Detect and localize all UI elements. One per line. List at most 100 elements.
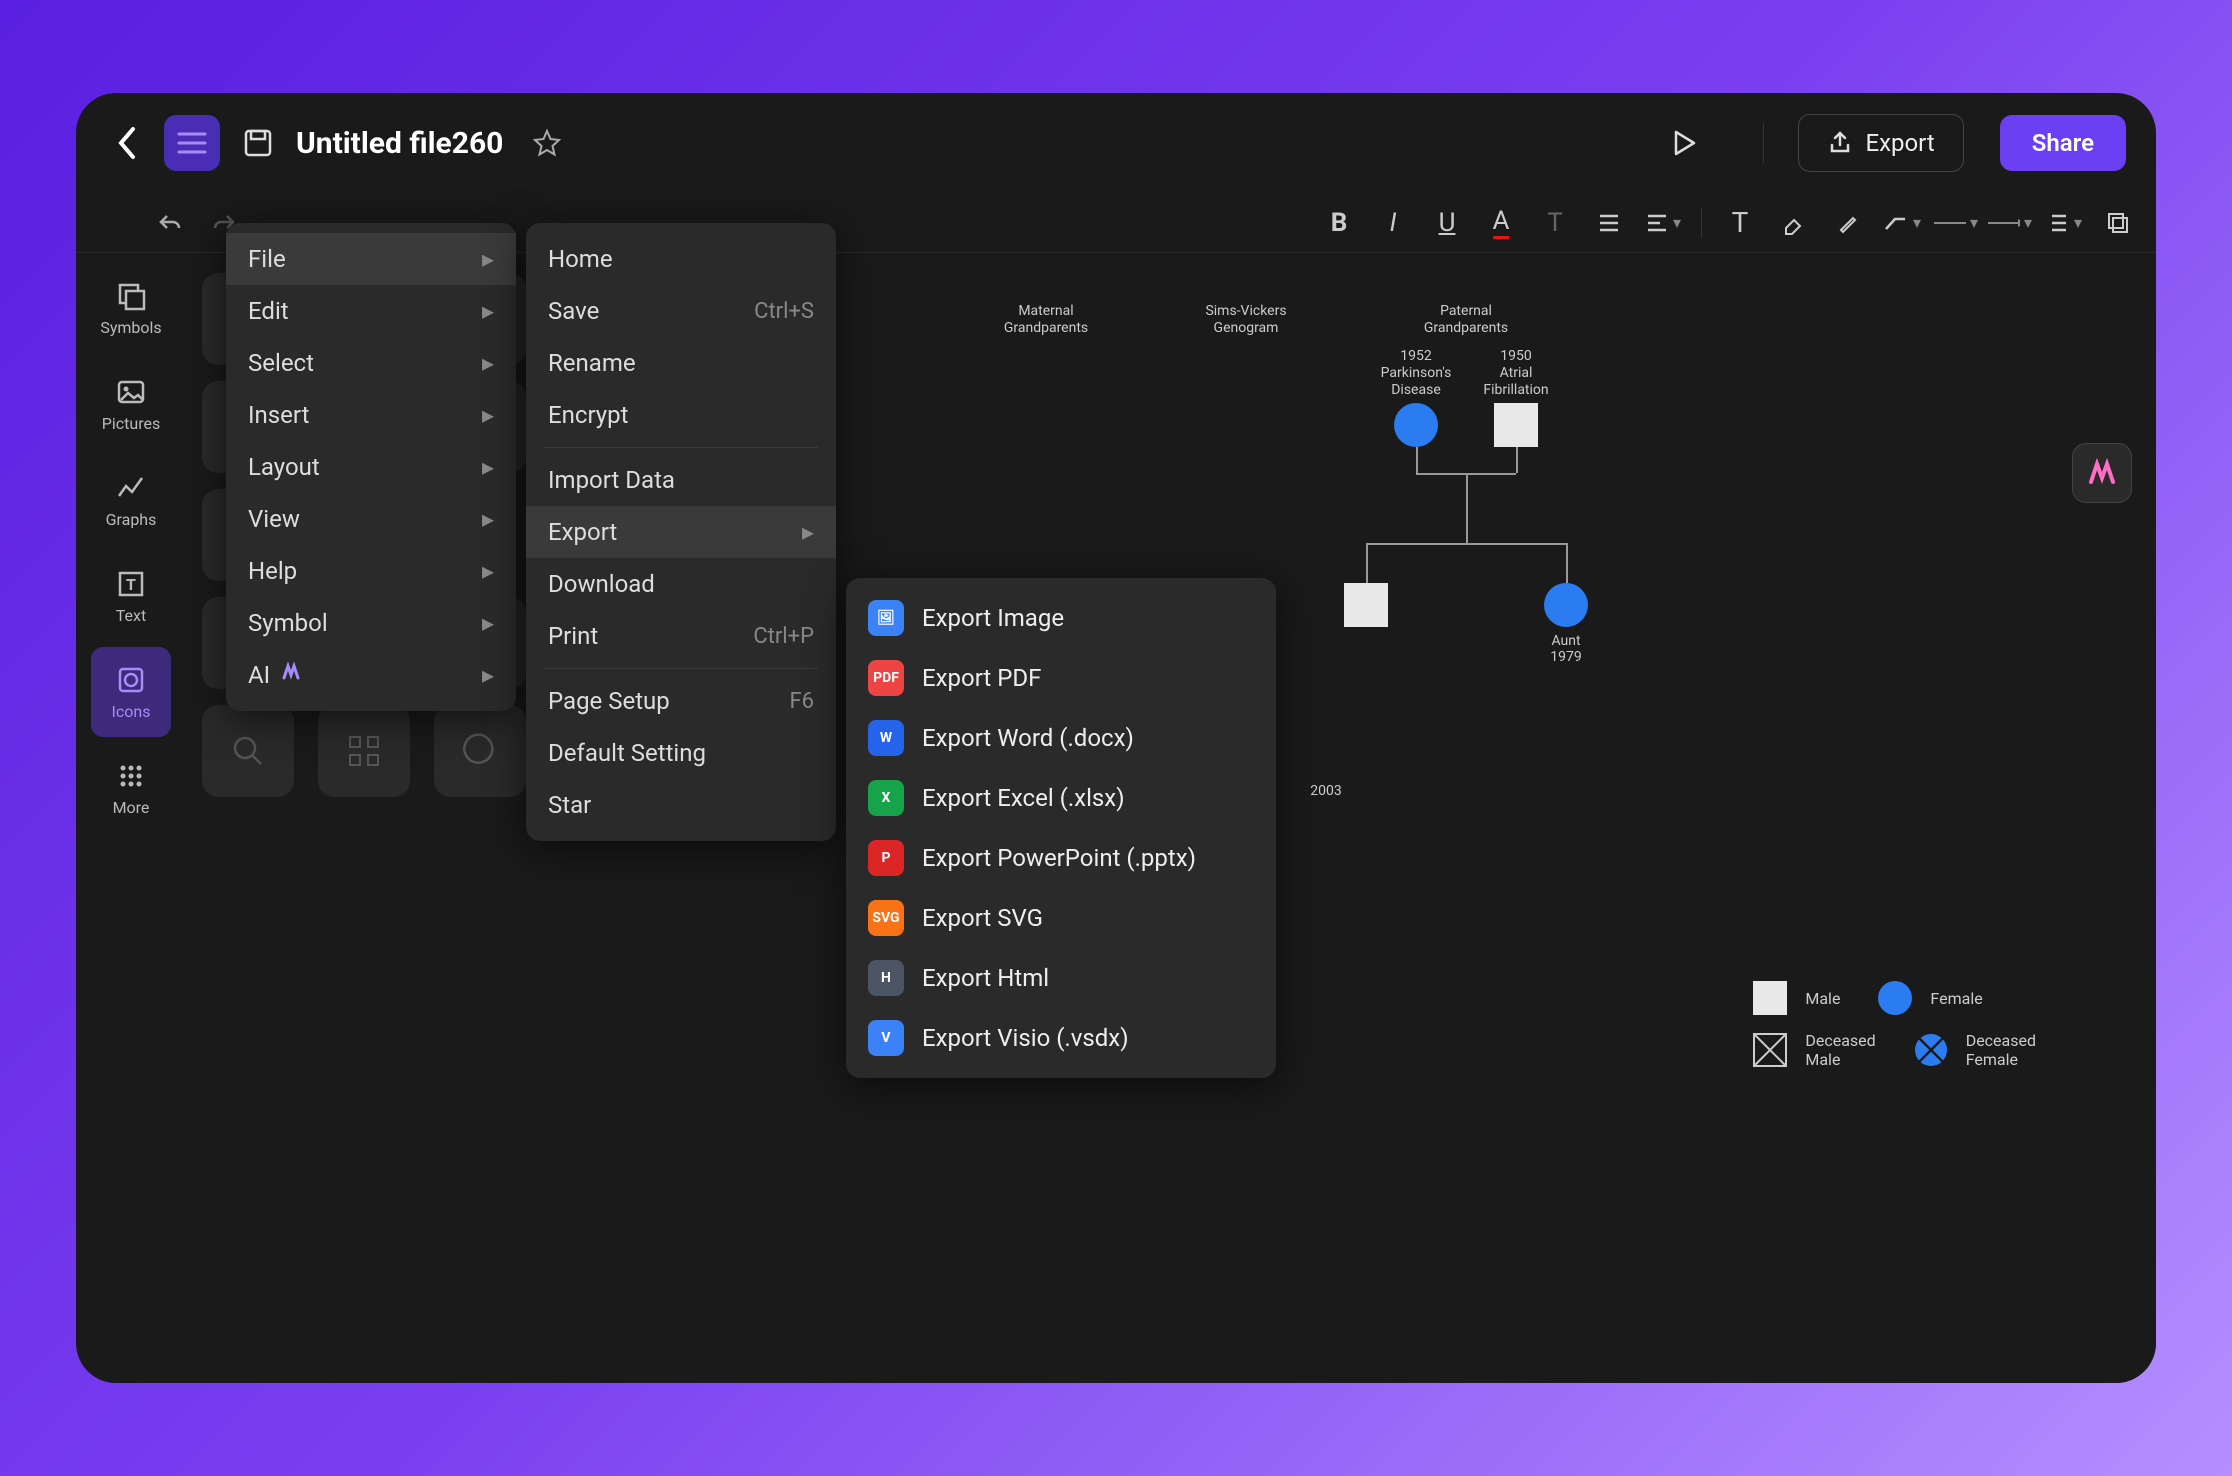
- icon-item[interactable]: [434, 705, 526, 797]
- line-style-dropdown[interactable]: ▾: [1934, 201, 1978, 245]
- format-badge-icon: V: [868, 1020, 904, 1056]
- file-menu-rename[interactable]: Rename: [526, 337, 836, 389]
- file-menu-export[interactable]: Export▸: [526, 506, 836, 558]
- text-color-button[interactable]: A: [1479, 201, 1523, 245]
- menu-item-symbol[interactable]: Symbol▸: [226, 597, 516, 649]
- connector: [1466, 473, 1468, 543]
- app-window: Untitled file260 Export Share B I U A T …: [76, 93, 2156, 1383]
- undo-button[interactable]: [148, 201, 192, 245]
- node-square[interactable]: [1344, 583, 1388, 627]
- file-menu-import-data[interactable]: Import Data: [526, 454, 836, 506]
- file-menu-home[interactable]: Home: [526, 233, 836, 285]
- node-name: Aunt: [1551, 633, 1580, 650]
- sidebar-item-more[interactable]: More: [91, 743, 171, 833]
- menu-item-view[interactable]: View▸: [226, 493, 516, 545]
- export-button-label: Export: [1865, 129, 1934, 157]
- sidebar-label: Symbols: [100, 318, 161, 337]
- menu-item-edit[interactable]: Edit▸: [226, 285, 516, 337]
- export-option-export-powerpoint-pptx-[interactable]: PExport PowerPoint (.pptx): [846, 828, 1276, 888]
- file-menu-page-setup[interactable]: Page SetupF6: [526, 675, 836, 727]
- file-menu-encrypt[interactable]: Encrypt: [526, 389, 836, 441]
- node-male-circle[interactable]: [1394, 403, 1438, 447]
- file-menu-star[interactable]: Star: [526, 779, 836, 831]
- node-year: 1979: [1550, 649, 1581, 666]
- format-badge-icon: H: [868, 960, 904, 996]
- menu-item-help[interactable]: Help▸: [226, 545, 516, 597]
- icon-item[interactable]: [202, 705, 294, 797]
- brush-button[interactable]: [1826, 201, 1870, 245]
- eraser-button[interactable]: [1772, 201, 1816, 245]
- file-menu-save[interactable]: SaveCtrl+S: [526, 285, 836, 337]
- file-menu-print[interactable]: PrintCtrl+P: [526, 610, 836, 662]
- sidebar-label: Text: [116, 606, 146, 625]
- menu-item-ai[interactable]: AI▸: [226, 649, 516, 701]
- titlebar: Untitled file260 Export Share: [76, 93, 2156, 193]
- node-year: 1952: [1400, 348, 1431, 365]
- export-option-export-visio-vsdx-[interactable]: VExport Visio (.vsdx): [846, 1008, 1276, 1068]
- menu-separator: [544, 447, 818, 448]
- italic-button[interactable]: I: [1371, 201, 1415, 245]
- strikethrough-button[interactable]: T: [1533, 201, 1577, 245]
- save-icon[interactable]: [238, 123, 278, 163]
- node-year: 1950: [1500, 348, 1531, 365]
- file-menu-download[interactable]: Download: [526, 558, 836, 610]
- arrow-style-dropdown[interactable]: ▾: [1988, 201, 2032, 245]
- legend-dmale: Deceased Male: [1805, 1031, 1875, 1069]
- node-female-square[interactable]: [1494, 403, 1538, 447]
- menu-item-layout[interactable]: Layout▸: [226, 441, 516, 493]
- export-button[interactable]: Export: [1798, 114, 1963, 172]
- menu-item-select[interactable]: Select▸: [226, 337, 516, 389]
- legend-male: Male: [1805, 989, 1840, 1008]
- node-cond: Atrial Fibrillation: [1483, 365, 1548, 399]
- list-dropdown[interactable]: ▾: [2042, 201, 2086, 245]
- menu-separator: [544, 668, 818, 669]
- connector: [1366, 543, 1368, 583]
- format-badge-icon: P: [868, 840, 904, 876]
- share-button[interactable]: Share: [2000, 115, 2126, 171]
- icon-item[interactable]: [318, 705, 410, 797]
- layers-button[interactable]: [2096, 201, 2140, 245]
- favorite-star-button[interactable]: [527, 123, 567, 163]
- legend-dfemale: Deceased Female: [1966, 1031, 2036, 1069]
- bold-button[interactable]: B: [1317, 201, 1361, 245]
- format-badge-icon: X: [868, 780, 904, 816]
- export-option-export-html[interactable]: HExport Html: [846, 948, 1276, 1008]
- sidebar-item-symbols[interactable]: Symbols: [91, 263, 171, 353]
- export-option-export-word-docx-[interactable]: WExport Word (.docx): [846, 708, 1276, 768]
- export-option-export-excel-xlsx-[interactable]: XExport Excel (.xlsx): [846, 768, 1276, 828]
- format-badge-icon: 🖼: [868, 600, 904, 636]
- menu-item-insert[interactable]: Insert▸: [226, 389, 516, 441]
- menu-item-file[interactable]: File▸: [226, 233, 516, 285]
- sidebar-label: More: [113, 798, 150, 817]
- back-button[interactable]: [106, 123, 146, 163]
- file-menu-default-setting[interactable]: Default Setting: [526, 727, 836, 779]
- sidebar-item-graphs[interactable]: Graphs: [91, 455, 171, 545]
- main-menu-popup: File▸Edit▸Select▸Insert▸Layout▸View▸Help…: [226, 223, 516, 711]
- sidebar-label: Graphs: [106, 510, 157, 529]
- underline-button[interactable]: U: [1425, 201, 1469, 245]
- file-title: Untitled file260: [296, 126, 503, 161]
- text-align-dropdown[interactable]: ▾: [1641, 201, 1685, 245]
- export-option-export-image[interactable]: 🖼Export Image: [846, 588, 1276, 648]
- export-option-export-pdf[interactable]: PDFExport PDF: [846, 648, 1276, 708]
- format-badge-icon: PDF: [868, 660, 904, 696]
- label-paternal: Paternal Grandparents: [1424, 303, 1508, 337]
- hamburger-menu-button[interactable]: [164, 115, 220, 171]
- play-button[interactable]: [1659, 118, 1709, 168]
- format-badge-icon: SVG: [868, 900, 904, 936]
- sidebar-label: Icons: [112, 702, 151, 721]
- connector-dropdown[interactable]: ▾: [1880, 201, 1924, 245]
- connector: [1566, 543, 1568, 583]
- sidebar-item-pictures[interactable]: Pictures: [91, 359, 171, 449]
- text-tool-button[interactable]: T: [1718, 201, 1762, 245]
- align-button[interactable]: [1587, 201, 1631, 245]
- sidebar-item-text[interactable]: T Text: [91, 551, 171, 641]
- divider: [1763, 123, 1764, 163]
- node-year: 2003: [1310, 783, 1341, 800]
- svg-text:T: T: [126, 575, 136, 594]
- export-option-export-svg[interactable]: SVGExport SVG: [846, 888, 1276, 948]
- ai-assistant-button[interactable]: [2072, 443, 2132, 503]
- legend-female: Female: [1930, 989, 1982, 1008]
- node-circle[interactable]: [1544, 583, 1588, 627]
- sidebar-item-icons[interactable]: Icons: [91, 647, 171, 737]
